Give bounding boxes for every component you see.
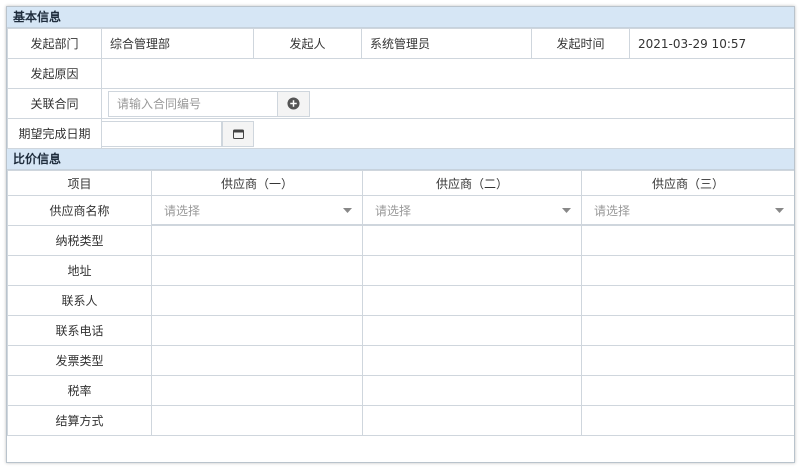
caret-down-icon	[562, 207, 571, 213]
due-cell	[101, 118, 794, 149]
calendar-icon	[232, 129, 244, 139]
input-cell[interactable]	[581, 225, 794, 256]
input-cell[interactable]	[581, 255, 794, 286]
supplier-1-select[interactable]: 请选择	[152, 196, 362, 225]
compare-header-row: 项目 供应商（一） 供应商（二） 供应商（三）	[7, 170, 794, 196]
contract-label: 关联合同	[7, 88, 102, 119]
row-label: 联系人	[7, 285, 152, 316]
due-date-input[interactable]	[102, 120, 222, 147]
form-frame: 基本信息 发起部门 综合管理部 发起人 系统管理员 发起时间 2021-03-2…	[6, 6, 795, 463]
basic-info-header: 基本信息	[7, 7, 794, 28]
row-label: 发票类型	[7, 345, 152, 376]
basic-row-3: 关联合同	[7, 88, 794, 119]
select-placeholder: 请选择	[164, 203, 201, 218]
row-label: 税率	[7, 375, 152, 406]
row-label: 供应商名称	[7, 195, 152, 226]
input-cell[interactable]	[151, 285, 363, 316]
row-label: 联系电话	[7, 315, 152, 346]
supplier-2-header: 供应商（二）	[362, 170, 582, 196]
caret-down-icon	[775, 207, 784, 213]
input-cell[interactable]	[151, 375, 363, 406]
tax-rate-row: 税率	[7, 375, 794, 406]
basic-row-4: 期望完成日期	[7, 118, 794, 149]
supplier-name-row: 供应商名称 请选择 请选择 请选择	[7, 195, 794, 226]
input-cell[interactable]	[362, 315, 582, 346]
tax-type-row: 纳税类型	[7, 225, 794, 256]
row-label: 纳税类型	[7, 225, 152, 256]
input-cell[interactable]	[151, 345, 363, 376]
input-cell[interactable]	[581, 405, 794, 436]
reason-field[interactable]	[101, 58, 794, 89]
select-placeholder: 请选择	[594, 203, 631, 218]
supplier-2-cell: 请选择	[362, 195, 582, 226]
caret-down-icon	[343, 207, 352, 213]
input-cell[interactable]	[362, 225, 582, 256]
compare-info-header: 比价信息	[7, 149, 794, 170]
supplier-2-select[interactable]: 请选择	[363, 196, 581, 225]
reason-label: 发起原因	[7, 58, 102, 89]
compare-table: 项目 供应商（一） 供应商（二） 供应商（三） 供应商名称 请选择 请选择 请选…	[7, 170, 794, 436]
initiator-label: 发起人	[253, 28, 362, 59]
basic-row-2: 发起原因	[7, 58, 794, 89]
input-cell[interactable]	[151, 405, 363, 436]
add-contract-button[interactable]	[278, 90, 310, 117]
row-label: 地址	[7, 255, 152, 286]
select-placeholder: 请选择	[375, 203, 412, 218]
input-cell[interactable]	[581, 345, 794, 376]
item-header: 项目	[7, 170, 152, 196]
contact-row: 联系人	[7, 285, 794, 316]
input-cell[interactable]	[581, 315, 794, 346]
basic-row-1: 发起部门 综合管理部 发起人 系统管理员 发起时间 2021-03-29 10:…	[7, 28, 794, 59]
time-label: 发起时间	[531, 28, 630, 59]
row-label: 结算方式	[7, 405, 152, 436]
due-label: 期望完成日期	[7, 118, 102, 149]
address-row: 地址	[7, 255, 794, 286]
input-cell[interactable]	[362, 285, 582, 316]
dept-value: 综合管理部	[101, 28, 254, 59]
invoice-type-row: 发票类型	[7, 345, 794, 376]
supplier-1-header: 供应商（一）	[151, 170, 363, 196]
plus-circle-icon	[287, 97, 300, 110]
contract-cell	[101, 88, 794, 119]
basic-info-table: 发起部门 综合管理部 发起人 系统管理员 发起时间 2021-03-29 10:…	[7, 28, 794, 149]
input-cell[interactable]	[362, 255, 582, 286]
supplier-3-select[interactable]: 请选择	[582, 196, 794, 225]
input-cell[interactable]	[362, 375, 582, 406]
contract-input[interactable]	[108, 90, 278, 117]
calendar-button[interactable]	[222, 120, 254, 147]
supplier-3-header: 供应商（三）	[581, 170, 794, 196]
phone-row: 联系电话	[7, 315, 794, 346]
input-cell[interactable]	[151, 225, 363, 256]
input-cell[interactable]	[151, 255, 363, 286]
input-cell[interactable]	[581, 375, 794, 406]
input-cell[interactable]	[362, 345, 582, 376]
supplier-3-cell: 请选择	[581, 195, 794, 226]
time-value: 2021-03-29 10:57	[629, 28, 794, 59]
input-cell[interactable]	[581, 285, 794, 316]
settlement-row: 结算方式	[7, 405, 794, 436]
dept-label: 发起部门	[7, 28, 102, 59]
input-cell[interactable]	[151, 315, 363, 346]
input-cell[interactable]	[362, 405, 582, 436]
supplier-1-cell: 请选择	[151, 195, 363, 226]
initiator-value: 系统管理员	[361, 28, 532, 59]
